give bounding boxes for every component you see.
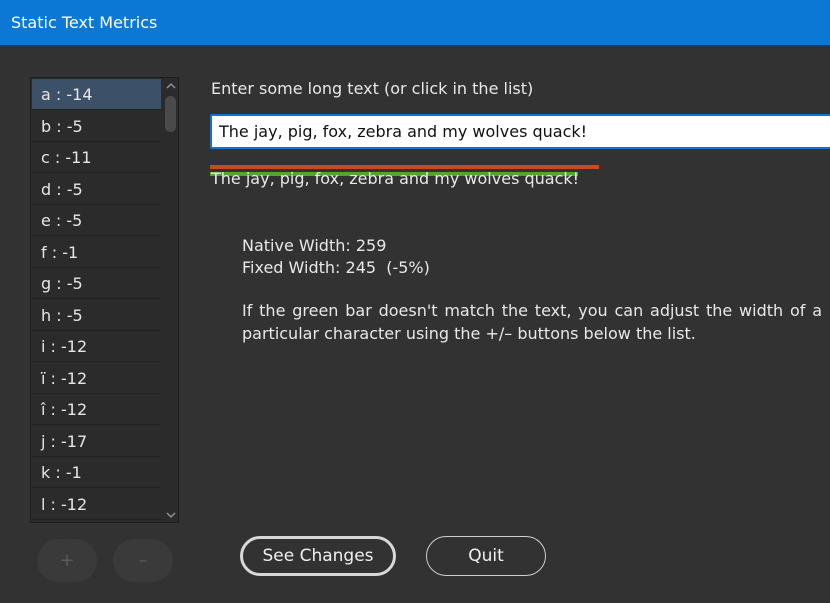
list-item[interactable]: g : -5 xyxy=(32,268,161,299)
native-width-readout: Native Width: 259 xyxy=(242,236,387,255)
list-item[interactable]: h : -5 xyxy=(32,300,161,331)
input-prompt: Enter some long text (or click in the li… xyxy=(211,79,534,98)
list-item[interactable]: e : -5 xyxy=(32,205,161,236)
list-item[interactable]: j : -17 xyxy=(32,426,161,457)
character-list[interactable]: a : -14 b : -5 c : -11 d : -5 e : -5 f : -1 g … xyxy=(30,77,179,523)
list-item[interactable]: i : -12 xyxy=(32,331,161,362)
see-changes-button[interactable]: See Changes xyxy=(240,536,396,576)
scroll-down-icon[interactable] xyxy=(166,511,176,519)
help-text: If the green bar doesn't match the text,… xyxy=(242,301,822,343)
increase-width-button[interactable]: + xyxy=(37,539,97,582)
list-item[interactable]: d : -5 xyxy=(32,174,161,205)
list-scrollbar[interactable] xyxy=(162,78,178,522)
scroll-up-icon[interactable] xyxy=(166,82,176,90)
list-item[interactable]: l : -12 xyxy=(32,489,161,520)
list-item[interactable]: b : -5 xyxy=(32,111,161,142)
list-item[interactable]: î : -12 xyxy=(32,394,161,425)
decrease-width-button[interactable]: – xyxy=(113,539,173,582)
list-item[interactable]: ï : -12 xyxy=(32,363,161,394)
list-item[interactable]: a : -14 xyxy=(32,79,161,110)
list-item[interactable]: k : -1 xyxy=(32,457,161,488)
quit-button[interactable]: Quit xyxy=(426,536,546,576)
long-text-input[interactable] xyxy=(210,114,830,149)
list-item[interactable]: c : -11 xyxy=(32,142,161,173)
list-item[interactable]: f : -1 xyxy=(32,237,161,268)
preview-text: The jay, pig, fox, zebra and my wolves q… xyxy=(211,169,580,188)
scroll-thumb[interactable] xyxy=(165,96,176,132)
title-bar: Static Text Metrics xyxy=(0,0,830,45)
fixed-width-readout: Fixed Width: 245 (-5%) xyxy=(242,258,430,277)
window-title: Static Text Metrics xyxy=(11,13,158,32)
